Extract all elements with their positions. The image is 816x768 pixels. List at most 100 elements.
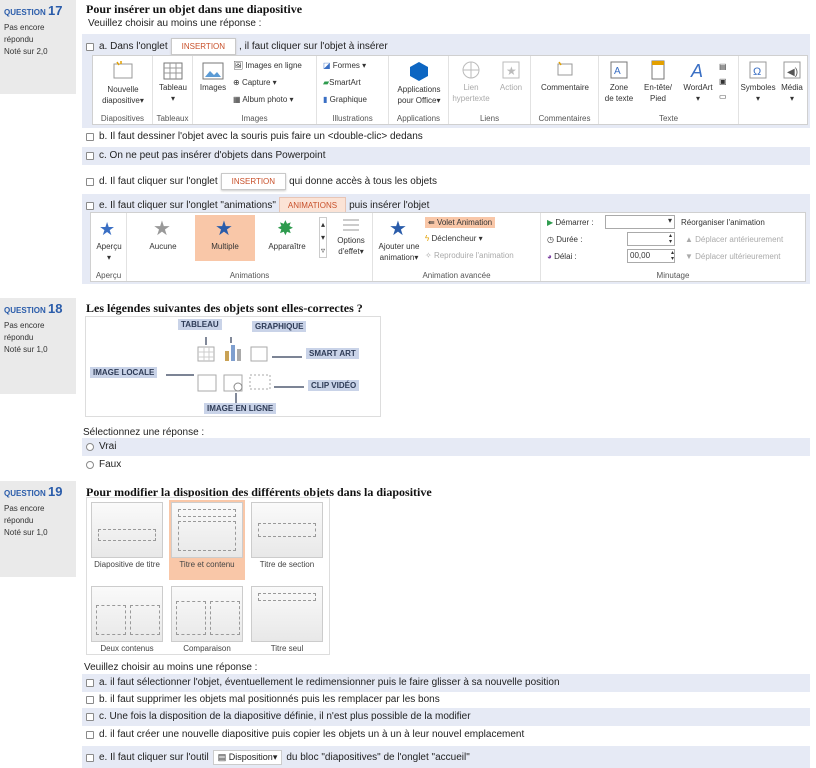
group-applications: Applications pour Office▾ Applications	[389, 56, 449, 124]
picture-icon	[197, 374, 217, 392]
group-apercu: ★ Aperçu ▾ Aperçu	[91, 213, 127, 281]
q19-option-e-text: e. Il faut cliquer sur l'outil	[99, 752, 209, 763]
q19-option-a[interactable]: a. il faut sélectionner l'objet, éventue…	[86, 677, 560, 688]
header-footer-icon	[651, 60, 665, 80]
group-label: Minutage	[656, 271, 690, 280]
effect-options-button: Options d'effet▾	[331, 217, 371, 257]
delay-input: 00,00 ▴ ▾	[627, 249, 675, 263]
checkbox[interactable]	[86, 177, 94, 186]
radio[interactable]	[86, 442, 94, 451]
question-19-grade: Noté sur 1,0	[4, 528, 48, 537]
checkbox[interactable]	[86, 712, 94, 721]
action-star-icon: ★	[502, 61, 520, 79]
online-images-item: 🖼 Images en ligne	[233, 61, 302, 70]
animations-ribbon-image: ★ Aperçu ▾ Aperçu ★ Aucune ★ Multiple ✸ A…	[90, 212, 806, 282]
radio[interactable]	[86, 460, 94, 469]
shapes-item: ◪ Formes ▾	[323, 61, 367, 70]
q19-option-d-text: d. il faut créer une nouvelle diapositiv…	[99, 729, 525, 740]
question-19-status: Pas encore répondu	[4, 504, 45, 525]
layout-thumb	[251, 586, 323, 642]
layout-deux-contenus: Deux contenus	[89, 584, 165, 654]
layout-thumb	[251, 502, 323, 558]
office-apps-button: Applications pour Office▾	[391, 60, 447, 106]
checkbox[interactable]	[86, 132, 94, 141]
table-icon	[197, 346, 215, 362]
svg-text:◀): ◀)	[787, 67, 798, 78]
q19-option-e[interactable]: e. Il faut cliquer sur l'outil ▤ Disposit…	[86, 750, 470, 765]
textbox-button: A Zone de texte	[601, 60, 637, 104]
q19-option-b[interactable]: b. il faut supprimer les objets mal posi…	[86, 694, 440, 705]
q17-option-d[interactable]: d. Il faut cliquer sur l'onglet INSERTION…	[86, 173, 437, 190]
svg-text:★: ★	[215, 218, 233, 239]
capture-icon: ⊕	[233, 78, 240, 87]
q17-option-c[interactable]: c. On ne peut pas insérer d'objets dans …	[86, 150, 326, 161]
layout-diapositive-titre: Diapositive de titre	[89, 500, 165, 574]
move-earlier-item: ▲ Déplacer antérieurement	[685, 235, 784, 244]
layout-thumb	[171, 586, 243, 642]
preview-button: ★ Aperçu ▾	[96, 219, 122, 262]
video-icon	[249, 374, 271, 390]
hyperlink-button: Lien hypertexte	[451, 60, 491, 104]
add-star-icon: ★	[389, 218, 407, 239]
question-19-info: QUESTION 19 Pas encore répondu Noté sur …	[0, 481, 76, 577]
question-18-instruction: Sélectionnez une réponse :	[83, 427, 205, 438]
insertion-tab-image: INSERTION	[220, 173, 287, 190]
star-grey-icon: ★	[153, 218, 171, 239]
group-label: Aperçu	[95, 271, 122, 280]
checkbox[interactable]	[86, 753, 94, 762]
trigger-item: ϟ Déclencheur ▾	[425, 234, 483, 243]
faux-text: Faux	[99, 459, 122, 470]
group-symboles: Ω Symboles ▾	[739, 56, 777, 124]
group-illustrations: ◪ Formes ▾ ▰SmartArt ▮ Graphique Illustr…	[317, 56, 389, 124]
smartart-icon	[250, 346, 268, 362]
question-17-info: QUESTION 17 Pas encore répondu Noté sur …	[0, 0, 76, 94]
anim-none: ★ Aucune	[149, 218, 177, 251]
group-label: Commentaires	[538, 114, 591, 123]
checkbox[interactable]	[86, 42, 94, 51]
table-button: Tableau ▾	[155, 62, 191, 104]
checkbox[interactable]	[86, 678, 94, 687]
group-label: Animations	[229, 271, 270, 280]
capture-item: ⊕ Capture ▾	[233, 78, 277, 87]
comment-icon	[557, 61, 573, 76]
start-select: ▾	[605, 215, 675, 229]
comment-button: Commentaire	[533, 60, 597, 93]
group-label: Liens	[479, 114, 500, 123]
table-icon	[163, 62, 183, 80]
store-icon	[410, 62, 428, 81]
images-button: Images	[197, 62, 229, 93]
new-slide-icon	[113, 61, 133, 79]
option-b-text: b. Il faut dessiner l'objet avec la sour…	[99, 131, 423, 142]
group-liens: Lien hypertexte ★ Action Liens	[449, 56, 531, 124]
option-e-text-2: puis insérer l'objet	[349, 200, 430, 211]
q18-option-vrai[interactable]: Vrai	[86, 441, 116, 452]
checkbox[interactable]	[86, 151, 94, 160]
q19-option-c[interactable]: c. Une fois la disposition de la diaposi…	[86, 711, 471, 722]
group-commentaires: Commentaire Commentaires	[531, 56, 599, 124]
q17-option-b[interactable]: b. Il faut dessiner l'objet avec la sour…	[86, 131, 423, 142]
checkbox[interactable]	[86, 730, 94, 739]
svg-text:★: ★	[153, 218, 171, 239]
checkbox[interactable]	[86, 201, 94, 210]
question-17-grade: Noté sur 2,0	[4, 47, 48, 56]
svg-text:Ω: Ω	[753, 66, 761, 78]
question-18-title: Les légendes suivantes des objets sont e…	[86, 301, 363, 315]
q17-option-a[interactable]: a. Dans l'onglet INSERTION, il faut cliqu…	[86, 38, 388, 55]
q18-option-faux[interactable]: Faux	[86, 459, 121, 470]
svg-text:A: A	[690, 61, 703, 80]
checkbox[interactable]	[86, 695, 94, 704]
omega-icon: Ω	[749, 61, 767, 79]
animation-painter-item: ✧ Reproduire l'animation	[425, 251, 514, 260]
answer-true-band	[82, 438, 810, 456]
option-c-text: c. On ne peut pas insérer d'objets dans …	[99, 150, 326, 161]
svg-text:✸: ✸	[277, 218, 294, 239]
q19-option-d[interactable]: d. il faut créer une nouvelle diapositiv…	[86, 729, 524, 740]
textbox-icon: A	[610, 61, 628, 79]
option-a-text-2: , il faut cliquer sur l'objet à insérer	[239, 41, 388, 52]
question-18-info: QUESTION 18 Pas encore répondu Noté sur …	[0, 298, 76, 394]
globe-icon	[462, 61, 480, 79]
triangle-up-icon: ▲	[685, 235, 693, 244]
chart-item: ▮ Graphique	[323, 95, 367, 104]
q19-option-a-text: a. il faut sélectionner l'objet, éventue…	[99, 677, 560, 688]
smartart-item: ▰SmartArt	[323, 78, 361, 87]
